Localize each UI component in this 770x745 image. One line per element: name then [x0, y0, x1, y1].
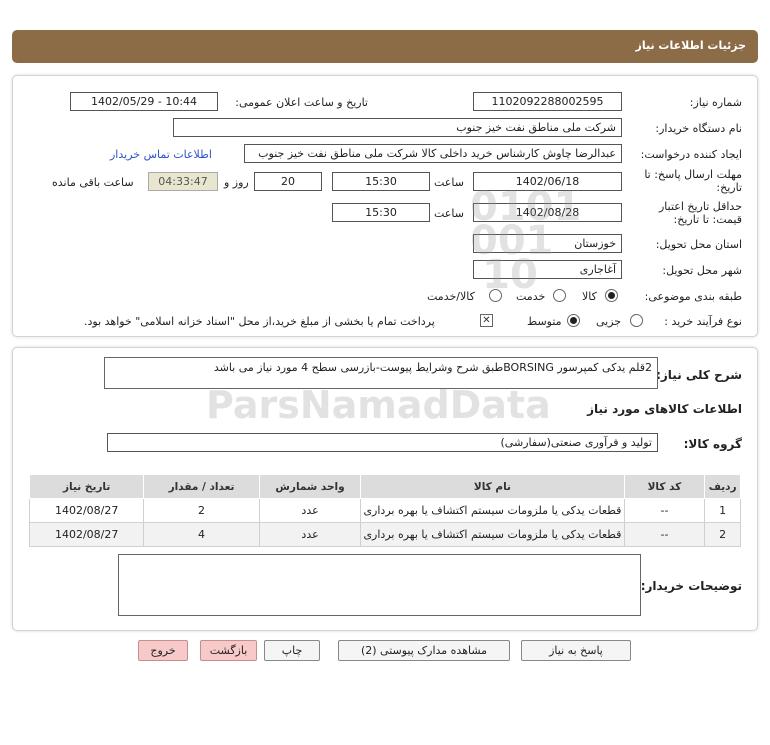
reply-button[interactable]: پاسخ به نیاز [521, 640, 631, 661]
goods-group-label: گروه کالا: [683, 437, 742, 451]
col-date: تاریخ نیاز [28, 474, 145, 499]
send-deadline-label: مهلت ارسال پاسخ: تا [644, 168, 742, 181]
send-time-field[interactable]: 15:30 [332, 172, 430, 191]
category-goods-service-label: کالا/خدمت [427, 290, 475, 303]
col-qty: تعداد / مقدار [143, 474, 260, 499]
need-number-label: شماره نیاز: [689, 96, 742, 109]
category-goods-label: کالا [582, 290, 597, 303]
description-label: شرح کلی نیاز: [656, 368, 742, 382]
goods-group-field[interactable]: تولید و فرآوری صنعتی(سفارشی) [107, 433, 658, 452]
process-medium-radio[interactable] [567, 314, 580, 327]
days-label: روز و [224, 176, 249, 189]
cell-row: 2 [704, 522, 741, 547]
col-row: ردیف [704, 474, 741, 499]
exit-button[interactable]: خروج [138, 640, 188, 661]
validity-date-field[interactable]: 1402/08/28 [473, 203, 622, 222]
goods-info-title: اطلاعات کالاهای مورد نیاز [587, 402, 742, 416]
remaining-time-field: 04:33:47 [148, 172, 218, 191]
category-service-radio[interactable] [553, 289, 566, 302]
back-button[interactable]: بازگشت [200, 640, 257, 661]
table-header-row: ردیف کد کالا نام کالا واحد شمارش تعداد /… [28, 474, 741, 499]
cell-qty: 2 [143, 498, 260, 523]
treasury-payment-checkbox[interactable]: ✕ [480, 314, 493, 327]
send-deadline-label-2: تاریخ: [716, 181, 742, 194]
province-field[interactable]: خوزستان [473, 234, 622, 253]
col-name: نام کالا [360, 474, 625, 499]
announce-field[interactable]: 1402/05/29 - 10:44 [70, 92, 218, 111]
validity-time-label: ساعت [434, 207, 464, 220]
cell-date: 1402/08/27 [28, 522, 145, 547]
category-goods-radio[interactable] [605, 289, 618, 302]
buyer-notes-label: توضیحات خریدار: [640, 579, 742, 593]
col-unit: واحد شمارش [258, 474, 362, 499]
send-time-label: ساعت [434, 176, 464, 189]
category-goods-service-radio[interactable] [489, 289, 502, 302]
category-service-label: خدمت [516, 290, 546, 303]
cell-code: -- [623, 522, 706, 547]
need-number-field[interactable]: 1102092288002595 [473, 92, 622, 111]
process-medium-label: متوسط [527, 315, 562, 328]
requester-field[interactable]: عبدالرضا چاوش کارشناس خرید داخلی کالا شر… [244, 144, 622, 163]
buyer-contact-link[interactable]: اطلاعات تماس خریدار [110, 148, 212, 161]
col-code: کد کالا [623, 474, 706, 499]
send-date-field[interactable]: 1402/06/18 [473, 172, 622, 191]
validity-label-2: قیمت: تا تاریخ: [673, 213, 742, 226]
description-text: 2قلم یدکی کمپرسور BORSINGطبق شرح وشرایط … [213, 361, 652, 374]
table-row: 1 -- قطعات یدکی یا ملزومات سیستم اکتشاف … [28, 498, 741, 523]
remaining-time-label: ساعت باقی مانده [52, 176, 134, 189]
process-label: نوع فرآیند خرید : [664, 315, 742, 328]
days-field[interactable]: 20 [254, 172, 322, 191]
cell-date: 1402/08/27 [28, 498, 145, 523]
process-minor-radio[interactable] [630, 314, 643, 327]
validity-time-field[interactable]: 15:30 [332, 203, 430, 222]
buyer-org-field[interactable]: شرکت ملی مناطق نفت خیز جنوب [173, 118, 622, 137]
print-button[interactable]: چاپ [264, 640, 320, 661]
cell-name: قطعات یدکی یا ملزومات سیستم اکتشاف یا به… [360, 498, 625, 523]
treasury-payment-note: پرداخت تمام یا بخشی از مبلغ خرید،از محل … [84, 315, 435, 328]
cell-code: -- [623, 498, 706, 523]
category-label: طبقه بندی موضوعی: [644, 290, 742, 303]
cell-row: 1 [704, 498, 741, 523]
page-header: جزئیات اطلاعات نیاز [12, 30, 758, 63]
requester-label: ایجاد کننده درخواست: [640, 148, 742, 161]
buyer-org-label: نام دستگاه خریدار: [655, 122, 742, 135]
view-attachments-button[interactable]: مشاهده مدارک پیوستی (2) [338, 640, 510, 661]
cell-unit: عدد [258, 498, 362, 523]
goods-table: ردیف کد کالا نام کالا واحد شمارش تعداد /… [28, 474, 741, 547]
process-minor-label: جزیی [596, 315, 622, 328]
announce-label: تاریخ و ساعت اعلان عمومی: [235, 96, 368, 109]
table-row: 2 -- قطعات یدکی یا ملزومات سیستم اکتشاف … [28, 522, 741, 547]
cell-name: قطعات یدکی یا ملزومات سیستم اکتشاف یا به… [360, 522, 625, 547]
cell-unit: عدد [258, 522, 362, 547]
page-title: جزئیات اطلاعات نیاز [635, 39, 747, 52]
city-label: شهر محل تحویل: [662, 264, 742, 277]
description-box[interactable]: 2قلم یدکی کمپرسور BORSINGطبق شرح وشرایط … [104, 357, 658, 389]
buyer-notes-box[interactable] [118, 554, 641, 616]
validity-label: حداقل تاریخ اعتبار [658, 200, 742, 213]
province-label: استان محل تحویل: [655, 238, 742, 251]
cell-qty: 4 [143, 522, 260, 547]
city-field[interactable]: آغاجاری [473, 260, 622, 279]
